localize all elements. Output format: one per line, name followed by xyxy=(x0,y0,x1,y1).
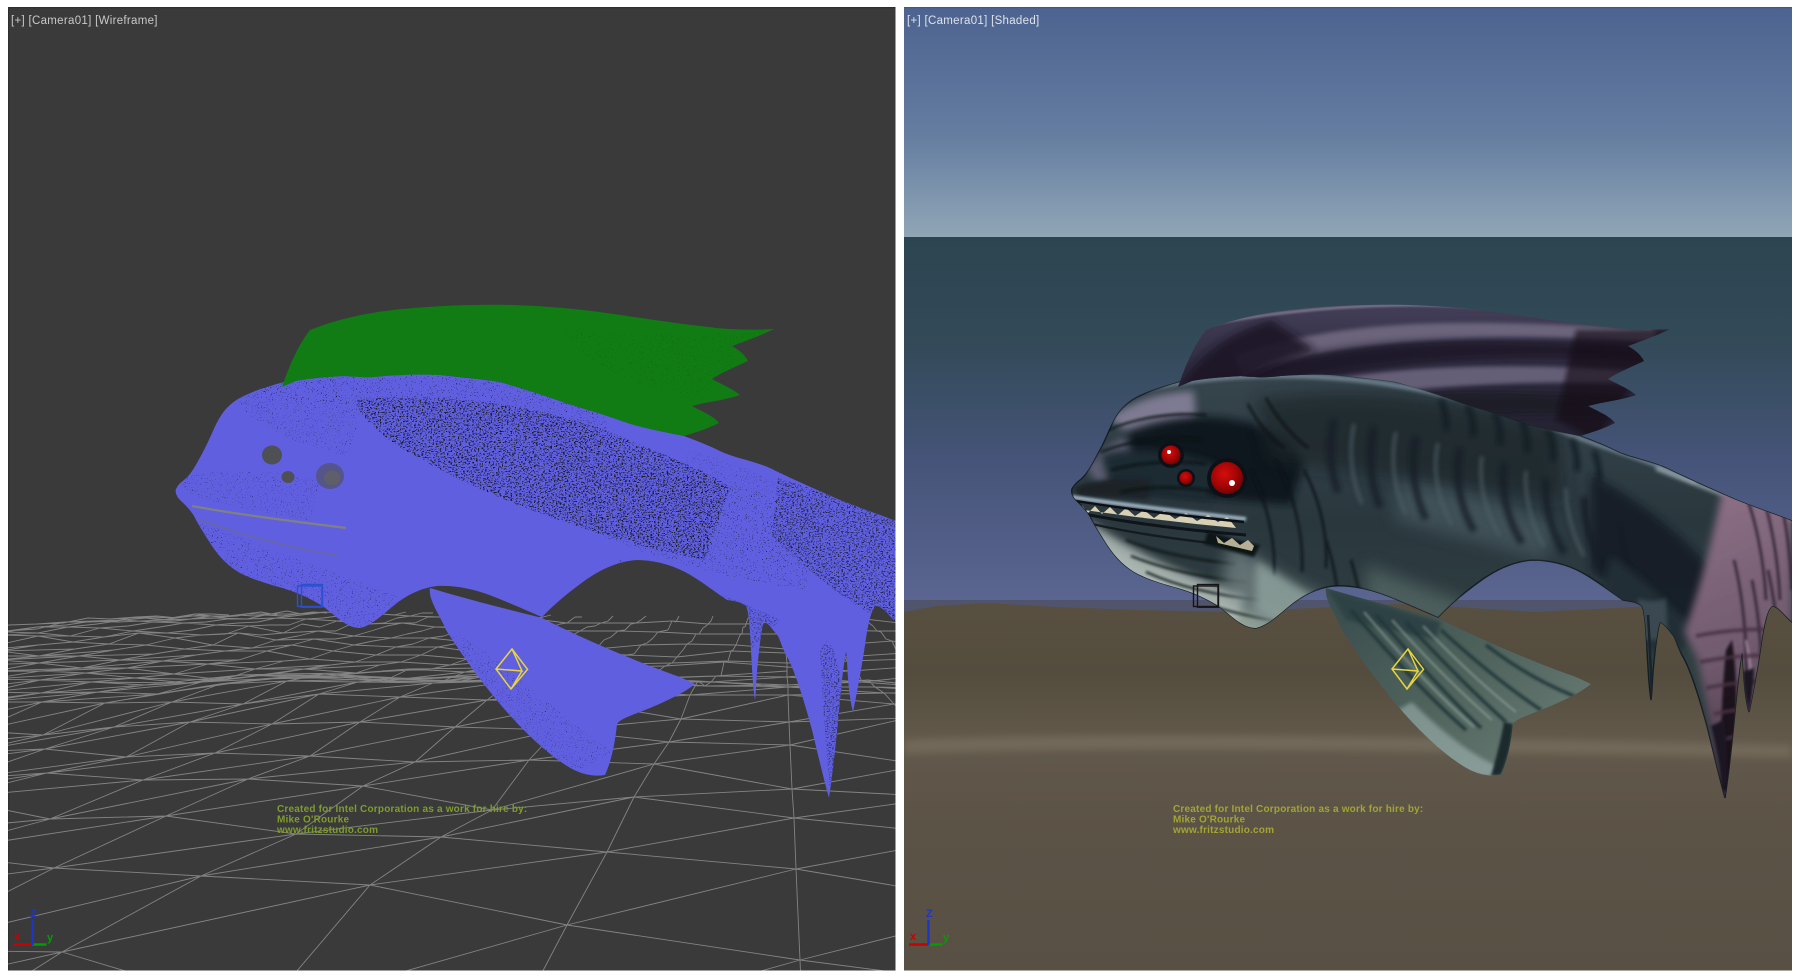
svg-text:[+] [Camera01] [Wireframe]: [+] [Camera01] [Wireframe] xyxy=(11,15,158,27)
svg-text:[+] [Camera01] [Shaded]: [+] [Camera01] [Shaded] xyxy=(907,15,1040,27)
